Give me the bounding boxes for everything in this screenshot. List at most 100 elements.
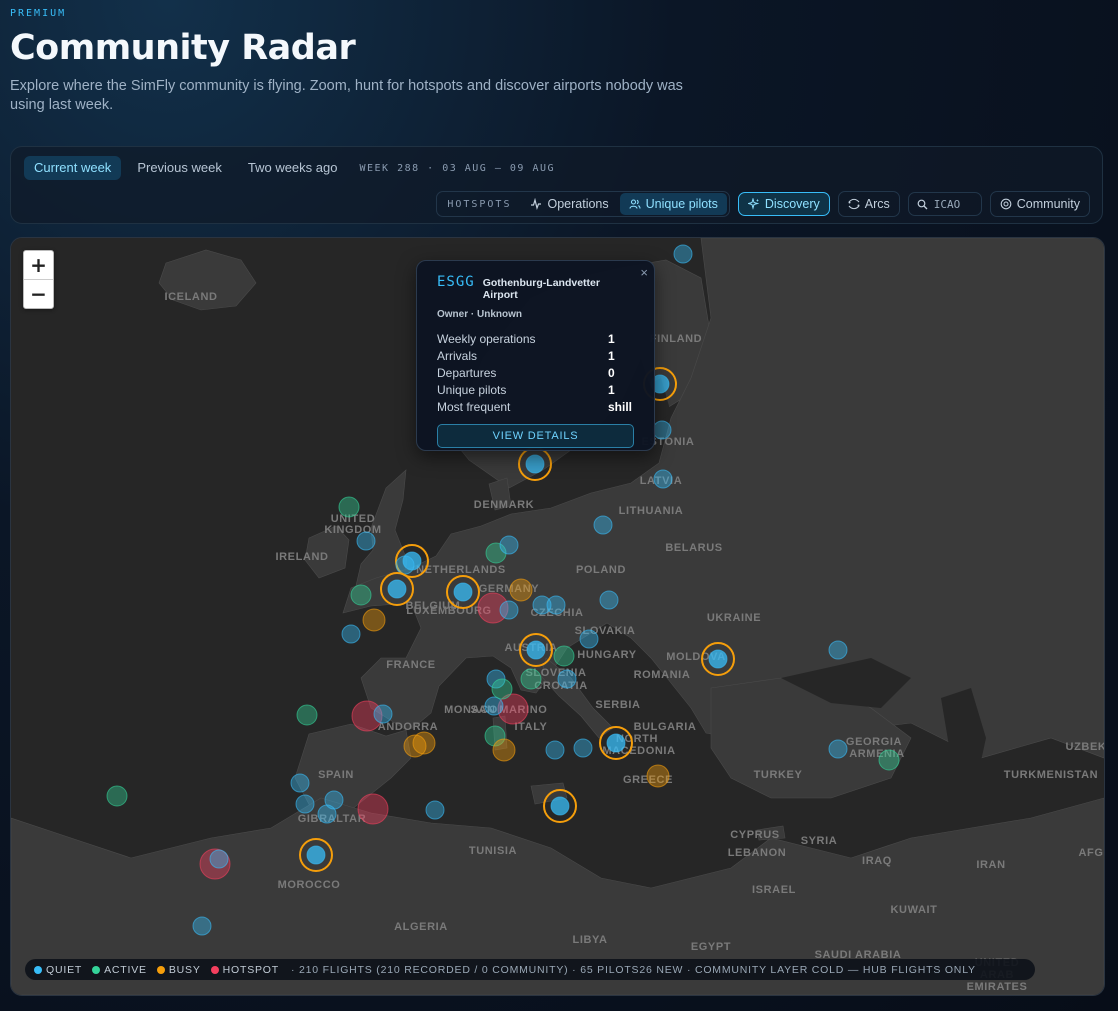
airport-marker[interactable] bbox=[412, 731, 436, 755]
airport-marker[interactable] bbox=[290, 773, 310, 793]
page-title: Community Radar bbox=[10, 28, 356, 68]
airport-marker[interactable] bbox=[553, 645, 575, 667]
airport-marker[interactable] bbox=[357, 793, 389, 825]
discovery-label: Discovery bbox=[764, 197, 820, 211]
airport-marker[interactable] bbox=[395, 555, 415, 575]
airport-marker[interactable] bbox=[387, 579, 407, 599]
week-label: WEEK 288 · 03 AUG – 09 AUG bbox=[359, 162, 556, 174]
airport-marker[interactable] bbox=[509, 578, 533, 602]
airport-marker[interactable] bbox=[673, 244, 693, 264]
community-label: Community bbox=[1016, 197, 1080, 211]
stat-row: Unique pilots 1 bbox=[437, 381, 634, 398]
tab-previous-week[interactable]: Previous week bbox=[127, 156, 232, 180]
week-tabs: Current week Previous week Two weeks ago… bbox=[24, 156, 555, 180]
community-button[interactable]: Community bbox=[989, 191, 1090, 217]
tab-current-week[interactable]: Current week bbox=[24, 156, 122, 180]
airport-marker[interactable] bbox=[373, 704, 393, 724]
arcs-icon bbox=[848, 198, 860, 210]
globe-icon bbox=[1000, 198, 1012, 210]
legend-item-busy: BUSY bbox=[156, 963, 201, 976]
zoom-in-button[interactable]: + bbox=[24, 251, 53, 280]
airport-marker[interactable] bbox=[708, 649, 728, 669]
airport-marker[interactable] bbox=[306, 845, 326, 865]
stat-row: Arrivals 1 bbox=[437, 347, 634, 364]
airport-marker[interactable] bbox=[646, 764, 670, 788]
airport-marker[interactable] bbox=[338, 496, 360, 518]
stat-row: Most frequent shill bbox=[437, 398, 634, 415]
stat-value: 0 bbox=[608, 365, 615, 380]
layer-bar: HOTSPOTS Operations Unique pilots Discov… bbox=[436, 191, 1090, 217]
stat-label: Departures bbox=[437, 365, 497, 380]
legend-item-active: ACTIVE bbox=[92, 964, 147, 976]
users-icon bbox=[629, 198, 641, 210]
close-icon[interactable]: × bbox=[640, 265, 648, 280]
airport-marker[interactable] bbox=[526, 640, 546, 660]
airport-marker[interactable] bbox=[652, 420, 672, 440]
airport-marker[interactable] bbox=[192, 916, 212, 936]
airport-marker[interactable] bbox=[350, 584, 372, 606]
arcs-button[interactable]: Arcs bbox=[837, 191, 900, 217]
airport-marker[interactable] bbox=[491, 678, 513, 700]
airport-marker[interactable] bbox=[106, 785, 128, 807]
airport-marker[interactable] bbox=[341, 624, 361, 644]
airport-marker[interactable] bbox=[573, 738, 593, 758]
airport-marker[interactable] bbox=[579, 629, 599, 649]
airport-marker[interactable] bbox=[653, 469, 673, 489]
popup-owner: Owner · Unknown bbox=[437, 309, 522, 320]
airport-marker[interactable] bbox=[453, 582, 473, 602]
stat-value: 1 bbox=[608, 348, 615, 363]
tab-two-weeks-ago[interactable]: Two weeks ago bbox=[238, 156, 348, 180]
icao-search[interactable] bbox=[907, 192, 982, 216]
airport-marker[interactable] bbox=[295, 794, 315, 814]
airport-marker[interactable] bbox=[828, 640, 848, 660]
operations-button[interactable]: Operations bbox=[521, 193, 617, 215]
airport-marker[interactable] bbox=[599, 590, 619, 610]
view-details-button[interactable]: VIEW DETAILS bbox=[437, 424, 634, 448]
unique-pilots-label: Unique pilots bbox=[645, 197, 718, 211]
arcs-label: Arcs bbox=[864, 197, 890, 211]
popup-icao: ESGG bbox=[437, 274, 475, 290]
unique-pilots-button[interactable]: Unique pilots bbox=[619, 193, 727, 215]
legend-label: ACTIVE bbox=[104, 963, 147, 976]
airport-marker[interactable] bbox=[557, 669, 577, 689]
radar-map[interactable]: ICELAND FINLAND ESTONIA LATVIA LITHUANIA DENM… bbox=[10, 237, 1105, 996]
airport-marker[interactable] bbox=[878, 749, 900, 771]
legend-label: BUSY bbox=[168, 963, 201, 976]
legend-item-hotspot: HOTSPOT bbox=[210, 964, 279, 976]
legend-dot bbox=[210, 965, 219, 974]
airport-marker[interactable] bbox=[356, 531, 376, 551]
airport-marker[interactable] bbox=[296, 704, 318, 726]
zoom-control: + − bbox=[23, 250, 54, 309]
airport-marker[interactable] bbox=[362, 608, 386, 632]
icao-input[interactable] bbox=[933, 197, 982, 211]
zoom-out-button[interactable]: − bbox=[24, 280, 53, 308]
airport-marker[interactable] bbox=[545, 740, 565, 760]
airport-marker[interactable] bbox=[484, 696, 504, 716]
airport-marker[interactable] bbox=[550, 796, 570, 816]
airport-marker[interactable] bbox=[209, 849, 229, 869]
airport-marker[interactable] bbox=[492, 738, 516, 762]
airport-marker[interactable] bbox=[606, 733, 626, 753]
airport-marker[interactable] bbox=[499, 535, 519, 555]
airport-marker[interactable] bbox=[828, 739, 848, 759]
popup-stats: Weekly operations 1 Arrivals 1 Departures 0… bbox=[437, 330, 634, 415]
eyebrow: PREMIUM bbox=[10, 8, 67, 19]
airport-marker[interactable] bbox=[425, 800, 445, 820]
stat-value: 1 bbox=[608, 331, 615, 346]
sparkles-icon bbox=[747, 198, 760, 210]
legend-stats: · 210 FLIGHTS (210 RECORDED / 0 COMMUNIT… bbox=[290, 963, 976, 976]
airport-marker[interactable] bbox=[593, 515, 613, 535]
hotspots-group: HOTSPOTS Operations Unique pilots bbox=[436, 191, 730, 217]
airport-popup: × ESGG Gothenburg-Landvetter Airport Own… bbox=[416, 260, 655, 451]
airport-marker[interactable] bbox=[520, 668, 542, 690]
airport-marker[interactable] bbox=[546, 595, 566, 615]
airport-marker[interactable] bbox=[317, 804, 337, 824]
airport-marker[interactable] bbox=[525, 454, 545, 474]
stat-value: shill bbox=[608, 399, 633, 414]
popup-airport-name: Gothenburg-Landvetter Airport bbox=[482, 277, 600, 301]
map-legend: QUIET ACTIVE BUSY HOTSPOT · 210 FLIGHTS … bbox=[25, 959, 1035, 980]
discovery-button[interactable]: Discovery bbox=[737, 192, 830, 216]
airport-marker[interactable] bbox=[499, 600, 519, 620]
operations-label: Operations bbox=[547, 197, 609, 211]
legend-dot bbox=[34, 965, 42, 974]
